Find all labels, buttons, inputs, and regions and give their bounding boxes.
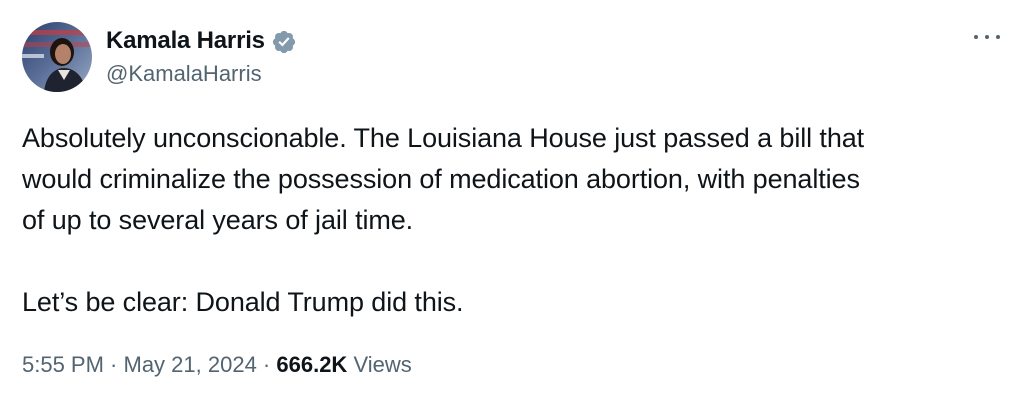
tweet-date[interactable]: May 21, 2024	[124, 352, 257, 377]
ellipsis-icon[interactable]	[974, 30, 1000, 44]
ellipsis-dot	[996, 35, 1000, 39]
views-count: 666.2K	[276, 352, 348, 377]
tweet-text-line: of up to several years of jail time.	[22, 205, 414, 235]
ellipsis-dot	[985, 35, 989, 39]
tweet-meta: 5:55 PM · May 21, 2024 · 666.2K Views	[22, 352, 412, 378]
views-label: Views	[353, 352, 412, 377]
tweet-text-line: Absolutely unconscionable. The Louisiana…	[22, 123, 865, 153]
meta-separator: ·	[103, 352, 124, 377]
tweet-text: Absolutely unconscionable. The Louisiana…	[22, 118, 1007, 323]
avatar[interactable]	[22, 22, 92, 92]
author-name-row: Kamala Harris	[106, 24, 297, 58]
author-handle[interactable]: @KamalaHarris	[106, 61, 262, 87]
tweet-time[interactable]: 5:55 PM	[22, 352, 104, 377]
verified-badge-icon	[271, 29, 297, 55]
tweet-card: Kamala Harris @KamalaHarris Absolutely u…	[0, 0, 1024, 409]
tweet-text-line: Let’s be clear: Donald Trump did this.	[22, 287, 464, 317]
meta-separator: ·	[256, 352, 277, 377]
tweet-text-line: would criminalize the possession of medi…	[22, 164, 860, 194]
ellipsis-dot	[974, 35, 978, 39]
avatar-image	[22, 22, 92, 92]
author-display-name[interactable]: Kamala Harris	[106, 27, 265, 55]
